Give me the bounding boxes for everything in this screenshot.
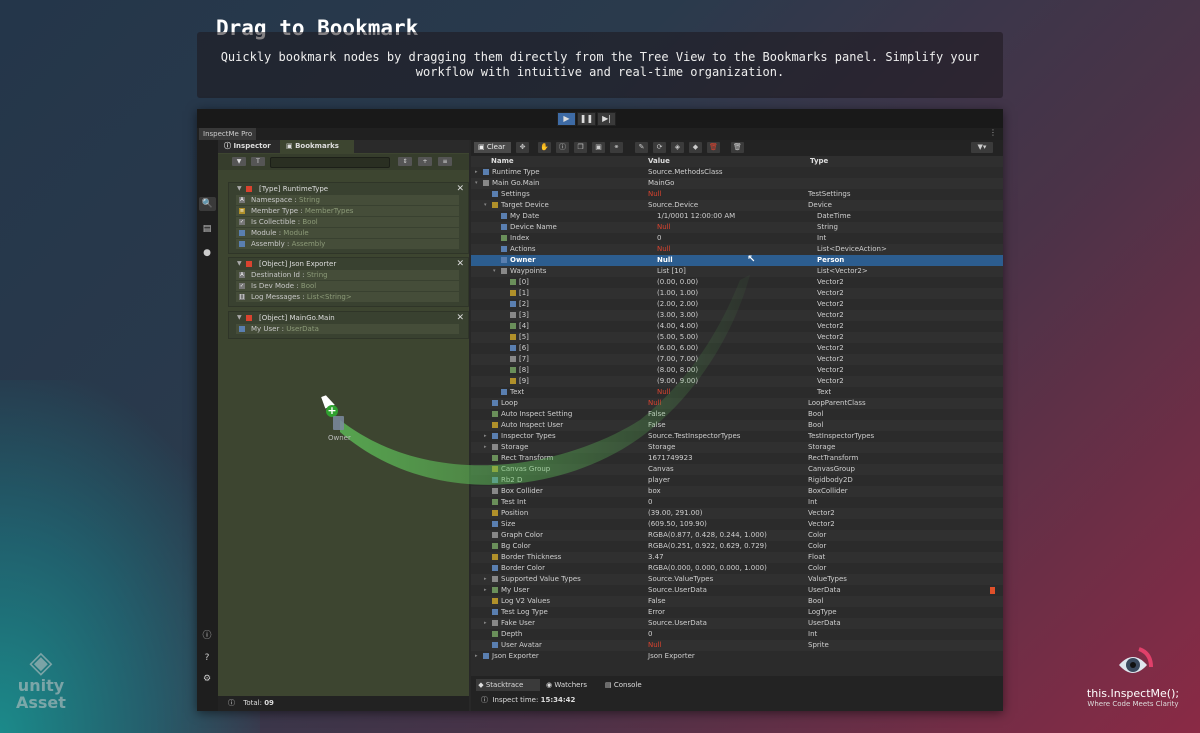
drag-label: Owner bbox=[328, 434, 351, 442]
eye-icon bbox=[1111, 643, 1155, 687]
brand-tagline: Where Code Meets Clarity bbox=[1087, 700, 1179, 708]
brand-name: this.InspectMe(); bbox=[1086, 687, 1180, 700]
drag-path bbox=[340, 275, 750, 485]
brand-logo: this.InspectMe(); Where Code Meets Clari… bbox=[1074, 643, 1192, 708]
unity-asset-logo: ◈ unity Asset bbox=[16, 645, 66, 712]
unity-cube-icon: ◈ bbox=[29, 645, 53, 680]
document-icon bbox=[333, 416, 344, 430]
drag-trail bbox=[340, 275, 750, 485]
